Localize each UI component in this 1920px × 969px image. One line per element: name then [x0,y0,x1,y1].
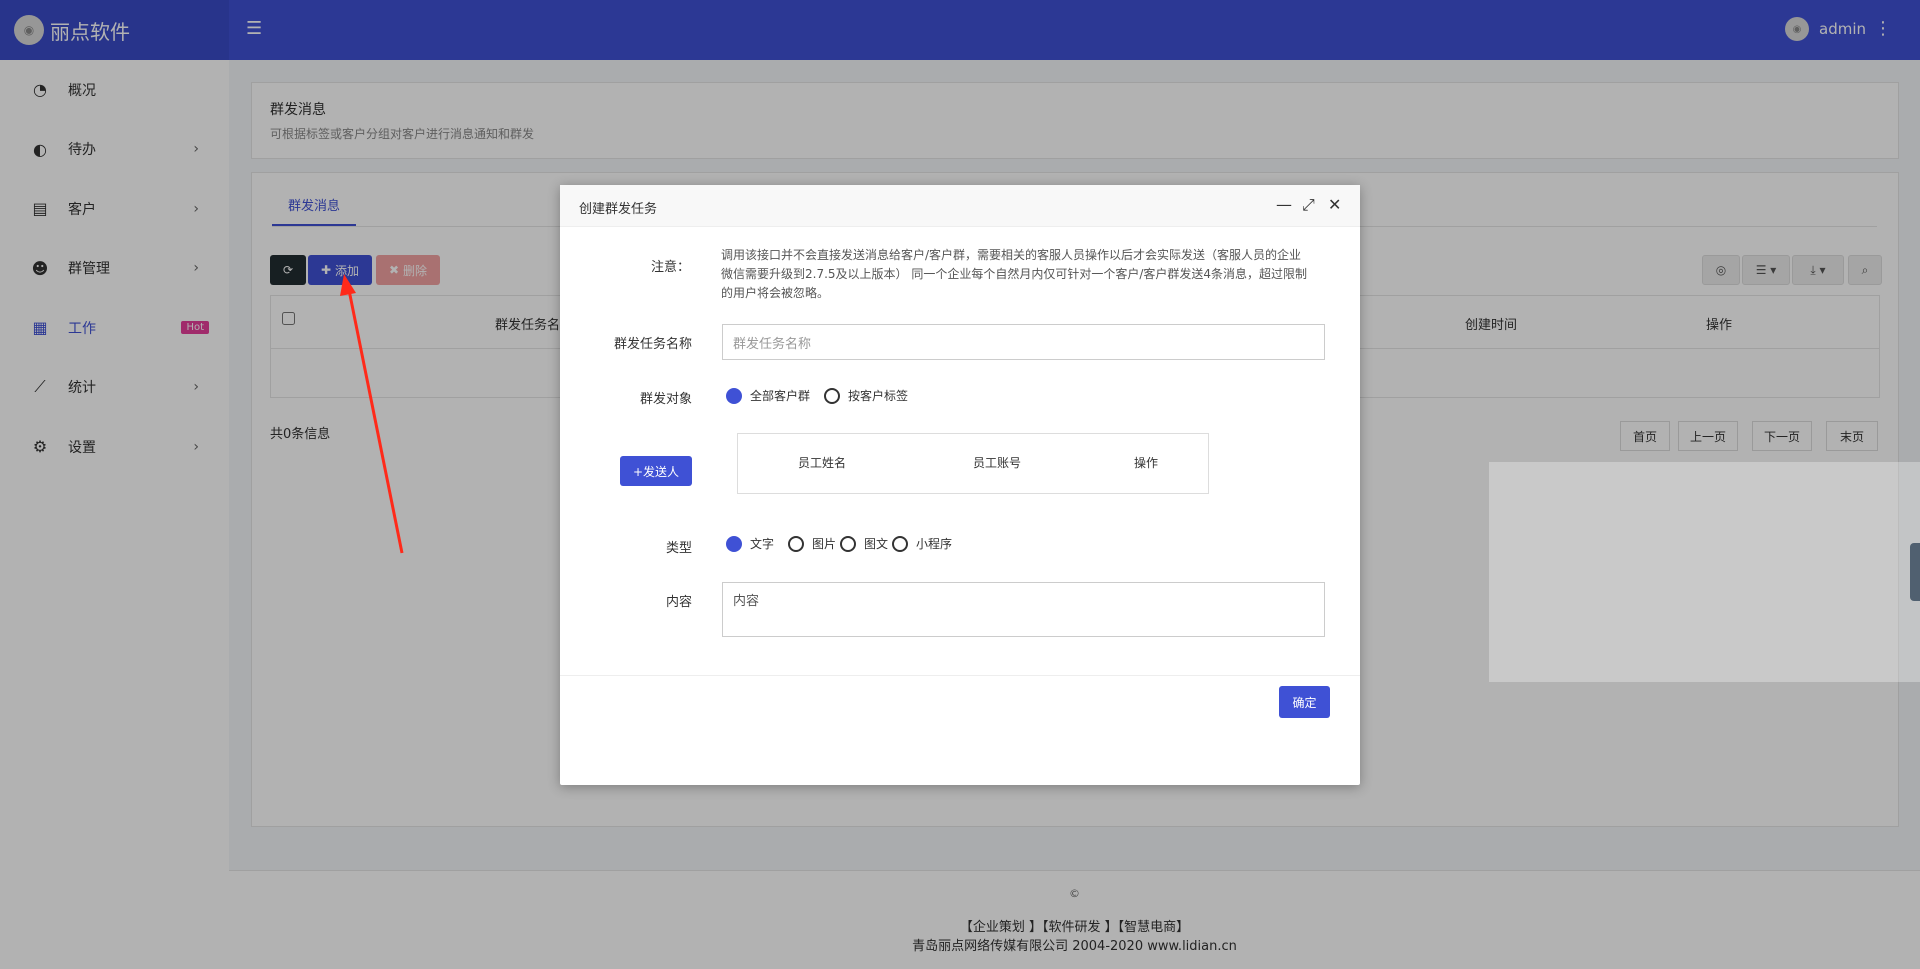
create-task-dialog: 创建群发任务 — ⤢ ✕ 注意： 调用该接口并不会直接发送消息给客户/客户群，需… [560,185,1360,785]
dialog-title: 创建群发任务 [579,202,658,217]
target-label: 群发对象 [639,392,692,407]
task-name-label: 群发任务名称 [613,337,692,352]
target-option-label: 按客户标签 [848,389,909,403]
confirm-button[interactable]: 确定 [1279,686,1330,718]
target-option-label: 全部客户群 [750,389,811,403]
type-option-label: 图片 [812,537,837,551]
type-miniprogram-radio[interactable] [892,535,909,552]
target-radio-group: 全部客户群 按客户标签 [726,387,922,404]
staff-column-account: 员工账号 [973,456,1022,470]
dialog-header: 创建群发任务 — ⤢ ✕ [560,185,1360,227]
type-radio-group: 文字 图片 图文 小程序 [726,535,966,552]
minimize-icon[interactable]: — [1276,195,1292,214]
maximize-icon[interactable]: ⤢ [1302,195,1315,215]
type-option-label: 图文 [864,537,889,551]
type-image-radio[interactable] [788,535,805,552]
content-placeholder: 内容 [733,594,760,609]
content-textarea[interactable]: 内容 [722,582,1325,637]
dialog-footer-divider [560,675,1360,676]
target-by-tag-radio[interactable] [824,387,841,404]
add-sender-button[interactable]: +发送人 [620,456,692,486]
type-article-radio[interactable] [840,535,857,552]
content-label: 内容 [665,595,692,610]
close-icon[interactable]: ✕ [1328,195,1341,214]
side-drawer-handle[interactable] [1910,543,1920,601]
staff-table: 员工姓名 员工账号 操作 [737,433,1209,494]
type-option-label: 小程序 [916,537,953,551]
type-label: 类型 [665,541,692,556]
task-name-input[interactable]: 群发任务名称 [722,324,1325,360]
task-name-placeholder: 群发任务名称 [733,336,812,352]
target-all-groups-radio[interactable] [726,387,742,404]
type-option-label: 文字 [750,537,775,551]
type-text-radio[interactable] [726,535,742,552]
background-panel [1489,462,1920,682]
note-text: 调用该接口并不会直接发送消息给客户/客户群，需要相关的客服人员操作以后才会实际发… [721,248,1308,300]
staff-column-name: 员工姓名 [798,456,847,470]
staff-column-actions: 操作 [1134,456,1159,470]
note-label: 注意： [650,260,690,275]
